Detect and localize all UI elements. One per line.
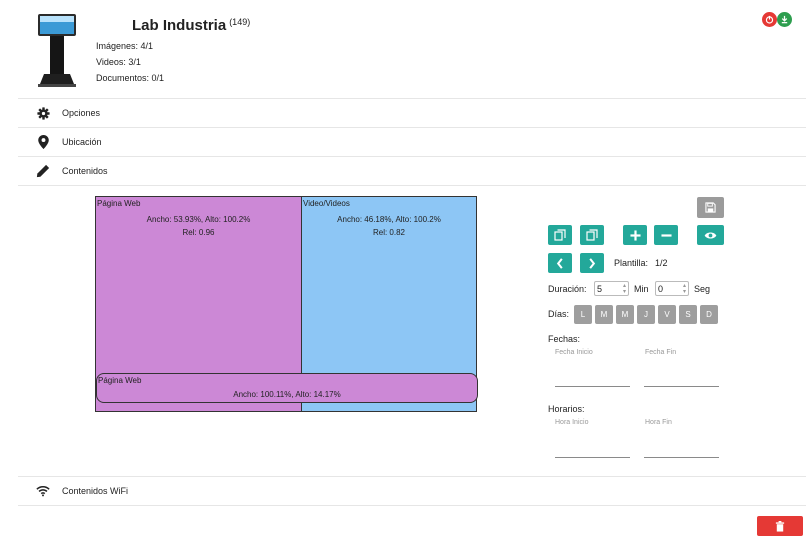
gear-icon bbox=[36, 106, 50, 120]
day-toggle-lunes[interactable]: L bbox=[574, 305, 592, 324]
copy-icon bbox=[554, 229, 566, 241]
horarios-label: Horarios: bbox=[548, 404, 585, 414]
fecha-fin-input[interactable] bbox=[644, 386, 719, 387]
fecha-fin-placeholder: Fecha Fin bbox=[645, 349, 677, 356]
device-kiosk-image bbox=[36, 12, 78, 88]
preview-button[interactable] bbox=[697, 225, 724, 245]
day-toggle-jueves[interactable]: J bbox=[637, 305, 655, 324]
power-icon bbox=[765, 15, 774, 24]
save-icon bbox=[705, 202, 716, 213]
chevron-left-icon bbox=[556, 257, 563, 269]
remove-region-button[interactable] bbox=[654, 225, 678, 245]
wifi-icon bbox=[36, 484, 50, 498]
copy-button[interactable] bbox=[548, 225, 572, 245]
fecha-inicio-placeholder: Fecha Inicio bbox=[555, 349, 593, 356]
region-rel: Rel: 0.96 bbox=[182, 228, 215, 237]
region-dims: Ancho: 100.11%, Alto: 14.17% bbox=[233, 390, 341, 399]
days-selector: L M M J V S D bbox=[574, 305, 718, 324]
duration-minutes-input[interactable]: 5 ▴ ▾ bbox=[594, 281, 629, 296]
trash-icon bbox=[775, 520, 785, 532]
plantilla-value: 1/2 bbox=[655, 258, 668, 268]
chevron-right-icon bbox=[589, 257, 596, 269]
power-button[interactable] bbox=[762, 12, 777, 27]
divider bbox=[18, 156, 806, 157]
region-web-bottom[interactable]: Página Web Ancho: 100.11%, Alto: 14.17% bbox=[96, 373, 478, 403]
spinner-icon[interactable]: ▴ ▾ bbox=[683, 283, 688, 295]
divider bbox=[18, 98, 806, 99]
hora-fin-placeholder: Hora Fin bbox=[645, 419, 672, 426]
next-template-button[interactable] bbox=[580, 253, 604, 273]
spinner-icon[interactable]: ▴ ▾ bbox=[623, 283, 628, 295]
section-opciones[interactable]: Opciones bbox=[36, 103, 100, 123]
divider bbox=[18, 127, 806, 128]
section-ubicacion[interactable]: Ubicación bbox=[36, 132, 102, 152]
stat-images: Imágenes: 4/1 bbox=[96, 41, 154, 51]
map-pin-icon bbox=[36, 135, 50, 149]
duration-minutes-value: 5 bbox=[597, 283, 603, 294]
region-title: Página Web bbox=[97, 199, 141, 208]
plantilla-label: Plantilla: bbox=[614, 258, 649, 268]
pencil-icon bbox=[36, 164, 50, 178]
day-toggle-martes[interactable]: M bbox=[595, 305, 613, 324]
paste-button[interactable] bbox=[580, 225, 604, 245]
add-region-button[interactable] bbox=[623, 225, 647, 245]
download-icon bbox=[781, 15, 788, 24]
minus-icon bbox=[660, 233, 672, 237]
title-count: (149) bbox=[229, 17, 251, 27]
stat-documents: Documentos: 0/1 bbox=[96, 73, 165, 83]
min-label: Min bbox=[634, 284, 649, 294]
day-toggle-sabado[interactable]: S bbox=[679, 305, 697, 324]
stat-videos: Videos: 3/1 bbox=[96, 57, 141, 67]
eye-icon bbox=[704, 231, 717, 239]
fecha-inicio-input[interactable] bbox=[555, 386, 630, 387]
title-text: Lab Industria bbox=[132, 17, 227, 34]
divider bbox=[18, 476, 806, 477]
duration-seconds-value: 0 bbox=[658, 283, 664, 294]
section-contenidos-label: Contenidos bbox=[62, 166, 108, 176]
hora-fin-input[interactable] bbox=[644, 457, 719, 458]
day-toggle-miercoles[interactable]: M bbox=[616, 305, 634, 324]
section-wifi-label: Contenidos WiFi bbox=[62, 486, 129, 496]
region-rel: Rel: 0.82 bbox=[372, 228, 406, 237]
dias-label: Días: bbox=[548, 309, 570, 319]
save-button[interactable] bbox=[697, 197, 724, 218]
duracion-label: Duración: bbox=[548, 284, 587, 294]
page-title: Lab Industria (149) bbox=[132, 17, 250, 34]
region-title: Página Web bbox=[98, 376, 142, 385]
divider bbox=[18, 505, 806, 506]
region-dims: Ancho: 46.18%, Alto: 100.2% bbox=[337, 215, 441, 224]
previous-template-button[interactable] bbox=[548, 253, 572, 273]
seg-label: Seg bbox=[694, 284, 711, 294]
hora-inicio-input[interactable] bbox=[555, 457, 630, 458]
hora-inicio-placeholder: Hora Inicio bbox=[555, 419, 589, 426]
region-title: Video/Videos bbox=[303, 199, 350, 208]
fechas-label: Fechas: bbox=[548, 334, 581, 344]
copy-icon bbox=[586, 229, 598, 241]
day-toggle-domingo[interactable]: D bbox=[700, 305, 718, 324]
delete-button[interactable] bbox=[757, 516, 803, 536]
section-ubicacion-label: Ubicación bbox=[62, 137, 102, 147]
day-toggle-viernes[interactable]: V bbox=[658, 305, 676, 324]
section-opciones-label: Opciones bbox=[62, 108, 101, 118]
section-contenidos-wifi[interactable]: Contenidos WiFi bbox=[36, 481, 128, 501]
section-contenidos[interactable]: Contenidos bbox=[36, 161, 108, 181]
region-dims: Ancho: 53.93%, Alto: 100.2% bbox=[146, 215, 251, 224]
plus-icon bbox=[629, 229, 641, 241]
download-button[interactable] bbox=[777, 12, 792, 27]
layout-preview: Página Web Ancho: 53.93%, Alto: 100.2% R… bbox=[95, 196, 478, 412]
duration-seconds-input[interactable]: 0 ▴ ▾ bbox=[655, 281, 689, 296]
divider bbox=[18, 185, 806, 186]
